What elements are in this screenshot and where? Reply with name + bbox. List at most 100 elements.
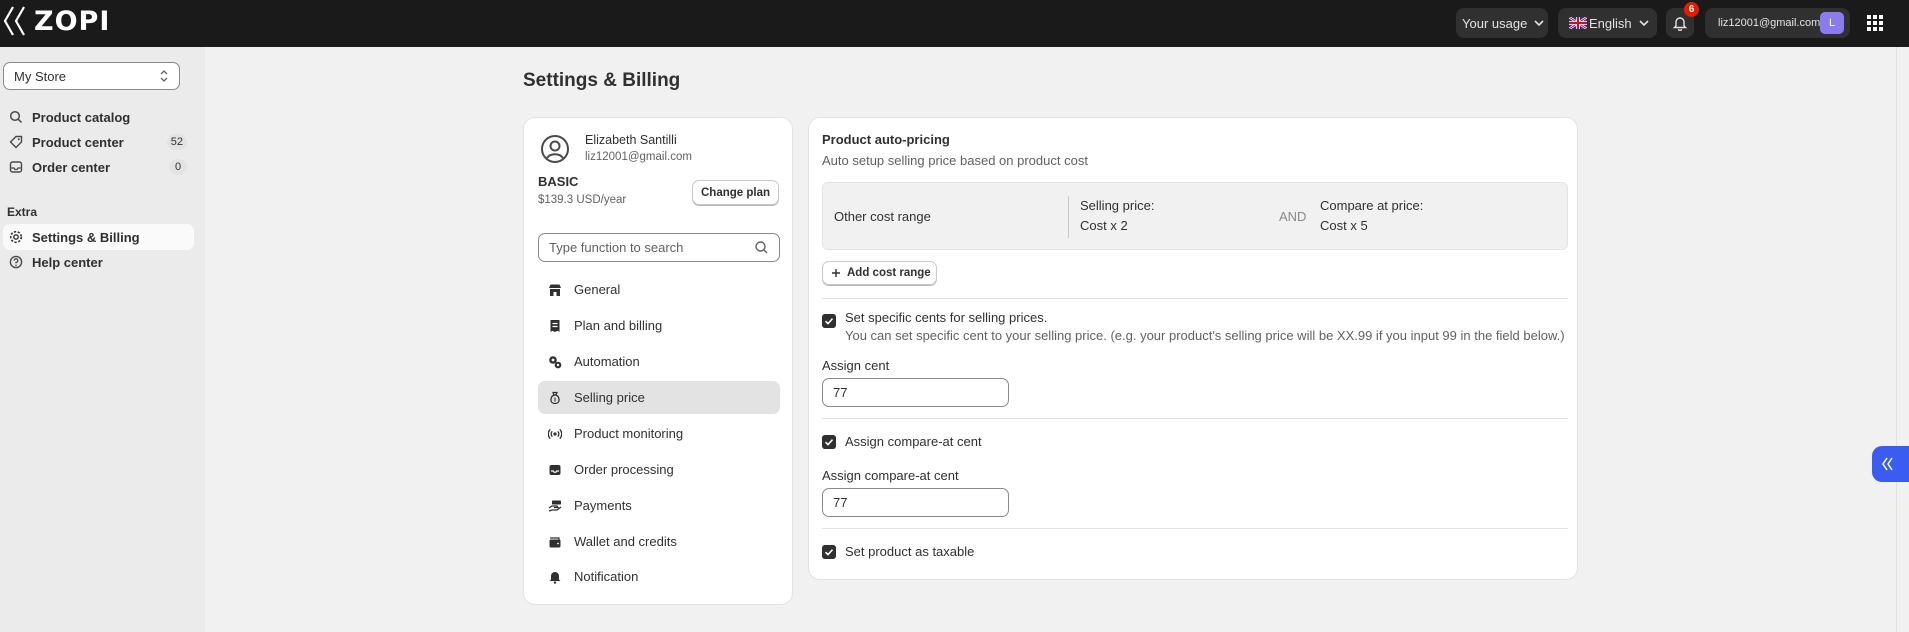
assign-cent-input[interactable]: 77 xyxy=(822,378,1009,407)
specific-cents-checkbox[interactable] xyxy=(822,314,836,328)
sidebar-item-label: Help center xyxy=(32,254,103,270)
add-cost-range-button[interactable]: Add cost range xyxy=(822,261,937,285)
menu-item-label: Plan and billing xyxy=(574,318,663,333)
chevron-down-icon xyxy=(1534,20,1544,27)
sidebar-item-label: Product center xyxy=(32,134,124,150)
store-selector[interactable]: My Store xyxy=(3,62,180,90)
broadcast-icon xyxy=(548,428,562,439)
automation-icon xyxy=(549,355,562,368)
menu-item-selling-price[interactable]: Selling price xyxy=(538,381,780,414)
sidebar: My Store Product catalog Product center … xyxy=(0,47,205,632)
divider xyxy=(1068,196,1069,238)
divider xyxy=(822,418,1568,419)
menu-item-label: Wallet and credits xyxy=(574,534,677,549)
cost-range-row[interactable]: Other cost range Selling price: Cost x 2… xyxy=(822,182,1568,250)
logo-mark-icon xyxy=(3,6,25,36)
specific-cents-label: Set specific cents for selling prices. xyxy=(845,310,1048,325)
section-subtitle: Auto setup selling price based on produc… xyxy=(822,153,1088,168)
top-bar: ZOPI Your usage English 6 liz12001@gmail… xyxy=(0,0,1909,47)
account-menu[interactable]: liz12001@gmail.com L xyxy=(1705,8,1850,38)
selling-price-value: Cost x 2 xyxy=(1080,218,1128,233)
your-usage-button[interactable]: Your usage xyxy=(1456,8,1548,38)
compare-cent-check-label: Assign compare-at cent xyxy=(845,434,982,449)
auto-pricing-card: Product auto-pricing Auto setup selling … xyxy=(808,117,1578,580)
section-title: Product auto-pricing xyxy=(822,132,950,147)
count-badge: 52 xyxy=(166,134,187,150)
store-name: My Store xyxy=(14,69,67,84)
menu-item-wallet-credits[interactable]: Wallet and credits xyxy=(538,525,780,558)
page-title: Settings & Billing xyxy=(523,70,681,91)
avatar: L xyxy=(1820,12,1844,34)
usage-label: Your usage xyxy=(1462,15,1528,31)
menu-item-label: Product monitoring xyxy=(574,426,684,441)
compare-cent-checkbox[interactable] xyxy=(822,435,836,449)
menu-item-product-monitoring[interactable]: Product monitoring xyxy=(538,417,780,450)
search-placeholder: Type function to search xyxy=(549,240,684,255)
menu-item-label: Selling price xyxy=(574,390,645,405)
menu-item-label: Automation xyxy=(574,354,640,369)
menu-item-label: Order processing xyxy=(574,462,674,477)
menu-item-automation[interactable]: Automation xyxy=(538,345,780,378)
function-search-input[interactable]: Type function to search xyxy=(538,233,780,262)
assign-cent-label: Assign cent xyxy=(822,358,890,373)
taxable-label: Set product as taxable xyxy=(845,544,975,559)
menu-item-order-processing[interactable]: Order processing xyxy=(538,453,780,486)
user-circle-icon xyxy=(541,135,569,163)
logo-text: ZOPI xyxy=(34,5,111,37)
zopi-logo[interactable]: ZOPI xyxy=(2,5,110,37)
bell-icon xyxy=(549,571,561,584)
sidebar-item-help-center[interactable]: Help center xyxy=(3,249,194,275)
wallet-icon xyxy=(549,536,561,547)
plan-price: $139.3 USD/year xyxy=(538,194,627,206)
apps-grid-icon[interactable] xyxy=(1865,13,1885,33)
user-name: Elizabeth Santilli xyxy=(585,133,677,147)
settings-nav-card: Elizabeth Santilli liz12001@gmail.com BA… xyxy=(523,117,793,605)
hand-money-icon xyxy=(548,500,562,512)
menu-item-plan-billing[interactable]: Plan and billing xyxy=(538,309,780,342)
search-icon xyxy=(9,110,23,124)
logo-mark-icon xyxy=(1882,457,1893,471)
sidebar-item-label: Settings & Billing xyxy=(32,229,140,245)
menu-item-payments[interactable]: Payments xyxy=(538,489,780,522)
menu-item-label: General xyxy=(574,282,621,297)
divider xyxy=(822,298,1568,299)
uk-flag-icon xyxy=(1569,17,1587,29)
plan-name: BASIC xyxy=(538,174,579,189)
chat-widget-button[interactable] xyxy=(1872,446,1909,482)
menu-item-notification[interactable]: Notification xyxy=(538,560,780,593)
gear-icon xyxy=(9,230,23,244)
compare-price-label: Compare at price: xyxy=(1320,198,1424,213)
inbox-icon xyxy=(549,464,561,475)
plus-icon xyxy=(832,269,840,277)
select-arrows-icon xyxy=(160,70,168,82)
add-cost-range-label: Add cost range xyxy=(847,267,931,279)
count-badge: 0 xyxy=(169,159,187,175)
store-icon xyxy=(549,284,561,296)
receipt-icon xyxy=(550,319,560,332)
compare-cent-label: Assign compare-at cent xyxy=(822,468,959,483)
sidebar-item-product-center[interactable]: Product center 52 xyxy=(3,129,194,155)
money-bag-icon xyxy=(550,391,560,404)
and-label: AND xyxy=(1279,209,1307,224)
menu-item-general[interactable]: General xyxy=(538,273,780,306)
help-icon xyxy=(9,255,23,269)
notification-badge: 6 xyxy=(1684,2,1699,17)
menu-item-label: Payments xyxy=(574,498,632,513)
search-icon xyxy=(755,241,768,254)
sidebar-item-order-center[interactable]: Order center 0 xyxy=(3,154,194,180)
language-selector[interactable]: English xyxy=(1558,8,1657,38)
user-email: liz12001@gmail.com xyxy=(585,151,692,163)
tag-icon xyxy=(9,135,23,149)
language-label: English xyxy=(1589,15,1632,31)
page-scrollbar[interactable] xyxy=(1896,47,1909,632)
sidebar-section-extra: Extra xyxy=(7,205,38,219)
menu-item-label: Notification xyxy=(574,569,639,584)
compare-price-value: Cost x 5 xyxy=(1320,218,1368,233)
sidebar-item-settings-billing[interactable]: Settings & Billing xyxy=(3,224,194,250)
taxable-checkbox[interactable] xyxy=(822,545,836,559)
change-plan-button[interactable]: Change plan xyxy=(692,180,779,205)
sidebar-item-label: Product catalog xyxy=(32,109,131,125)
sidebar-item-product-catalog[interactable]: Product catalog xyxy=(3,104,194,130)
compare-cent-input[interactable]: 77 xyxy=(822,488,1009,517)
bell-icon xyxy=(1673,16,1687,31)
